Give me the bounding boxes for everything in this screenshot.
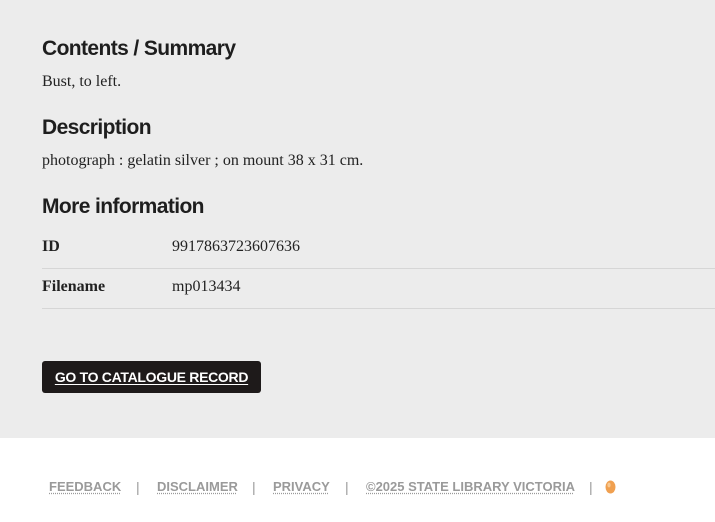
contents-summary-text: Bust, to left. <box>42 73 122 90</box>
info-value: 9917863723607636 <box>172 238 300 255</box>
info-row-filename: Filename mp013434 <box>42 268 715 309</box>
go-to-catalogue-record-button[interactable]: GO TO CATALOGUE RECORD <box>42 361 261 393</box>
description-text: photograph : gelatin silver ; on mount 3… <box>42 152 364 169</box>
more-information-heading: More information <box>42 195 205 218</box>
footer-separator: | <box>252 479 256 495</box>
contents-summary-heading: Contents / Summary <box>42 37 236 60</box>
egg-icon[interactable] <box>605 479 616 494</box>
footer-copyright-link[interactable]: ©2025 STATE LIBRARY VICTORIA <box>366 479 575 495</box>
footer-separator: | <box>589 479 593 495</box>
info-label: ID <box>42 238 60 255</box>
footer: FEEDBACK | DISCLAIMER | PRIVACY | ©2025 … <box>0 438 715 522</box>
footer-feedback-link[interactable]: FEEDBACK <box>49 479 121 495</box>
footer-separator: | <box>345 479 349 495</box>
egg-icon-graphic <box>605 480 616 494</box>
footer-separator: | <box>136 479 140 495</box>
footer-disclaimer-link[interactable]: DISCLAIMER <box>157 479 238 495</box>
info-value: mp013434 <box>172 278 241 295</box>
main-content: Contents / Summary Bust, to left. Descri… <box>0 0 715 438</box>
info-row-id: ID 9917863723607636 <box>42 228 715 269</box>
info-label: Filename <box>42 278 106 295</box>
footer-privacy-link[interactable]: PRIVACY <box>273 479 330 495</box>
description-heading: Description <box>42 116 152 139</box>
